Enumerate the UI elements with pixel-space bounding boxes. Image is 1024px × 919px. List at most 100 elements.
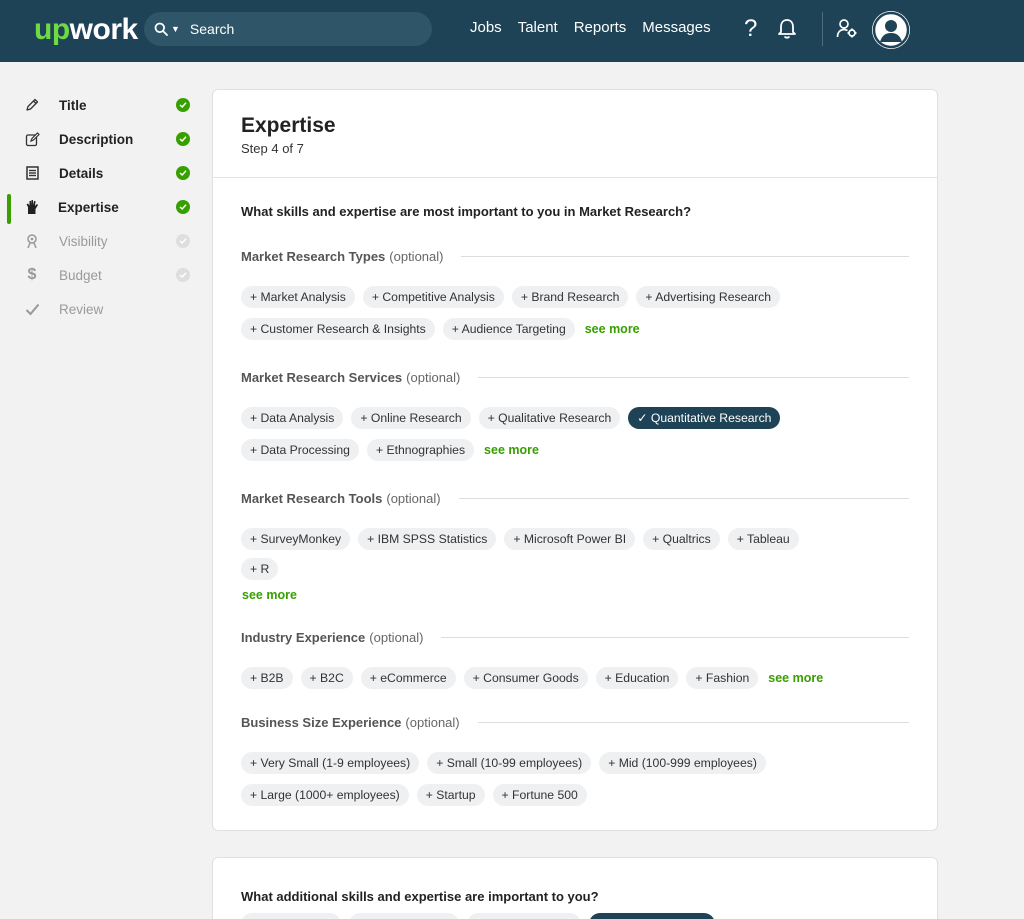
skill-pill[interactable]: + Ethnographies xyxy=(366,439,475,461)
help-icon[interactable]: ? xyxy=(744,14,757,44)
search-icon[interactable] xyxy=(154,22,168,36)
sidebar-item-budget[interactable]: $ Budget xyxy=(0,258,200,292)
skill-pill[interactable]: + Very Small (1-9 employees) xyxy=(241,752,420,774)
skill-pill[interactable]: + Microsoft Power BI xyxy=(504,528,636,550)
skill-pills: + Very Small (1-9 employees) + Small (10… xyxy=(241,752,841,806)
skill-pill[interactable]: + Advertising Research xyxy=(636,286,781,308)
skill-pill[interactable]: + Qualitative Research xyxy=(478,407,621,429)
skill-pill[interactable]: + Fortune 500 xyxy=(492,784,587,806)
check-circle-icon xyxy=(176,234,190,248)
skill-pill[interactable] xyxy=(467,913,581,919)
skill-pill[interactable]: + B2B xyxy=(241,667,293,689)
expertise-card: Expertise Step 4 of 7 What skills and ex… xyxy=(212,89,938,831)
bell-icon[interactable] xyxy=(777,18,797,45)
main-nav: Jobs Talent Reports Messages xyxy=(470,19,711,36)
skill-pill[interactable]: + SurveyMonkey xyxy=(241,528,351,550)
check-circle-icon xyxy=(176,98,190,112)
dollar-icon: $ xyxy=(27,266,37,283)
optional-label: (optional) xyxy=(406,370,461,385)
section-divider xyxy=(458,498,909,499)
skill-pill[interactable]: + Startup xyxy=(416,784,485,806)
nav-messages[interactable]: Messages xyxy=(642,19,710,36)
step-indicator: Step 4 of 7 xyxy=(241,141,304,156)
section-title-text: Market Research Tools xyxy=(241,491,383,506)
skill-pill-selected[interactable] xyxy=(589,913,715,919)
skill-pill[interactable]: + Audience Targeting xyxy=(442,318,575,340)
search-input[interactable]: Search xyxy=(190,21,234,37)
skill-pill[interactable]: + Mid (100-999 employees) xyxy=(599,752,766,774)
skill-pill[interactable]: + Competitive Analysis xyxy=(362,286,504,308)
skill-pill[interactable]: + Brand Research xyxy=(511,286,629,308)
section-divider xyxy=(441,637,909,638)
skill-pill[interactable]: + Small (10-99 employees) xyxy=(427,752,592,774)
card-body: What skills and expertise are most impor… xyxy=(213,178,937,806)
nav-jobs[interactable]: Jobs xyxy=(470,19,502,36)
see-more-link[interactable]: see more xyxy=(585,322,640,336)
skill-pill-selected[interactable]: ✓ Quantitative Research xyxy=(628,407,781,429)
card-header: Expertise Step 4 of 7 xyxy=(213,90,937,178)
additional-skills-card: What additional skills and expertise are… xyxy=(212,857,938,919)
skill-pill[interactable]: + R xyxy=(241,558,279,580)
user-avatar[interactable] xyxy=(872,11,910,49)
section-market-research-services: Market Research Services (optional) + Da… xyxy=(241,370,909,461)
skill-pill[interactable]: + Market Analysis xyxy=(241,286,355,308)
sidebar-item-label: Expertise xyxy=(58,199,119,215)
sidebar-item-visibility[interactable]: Visibility xyxy=(0,224,200,258)
skill-pill[interactable]: + Education xyxy=(595,667,679,689)
steps-sidebar: Title Description Details Expertise Visi… xyxy=(0,88,200,326)
optional-label: (optional) xyxy=(389,249,444,264)
section-title: Market Research Tools (optional) xyxy=(241,491,909,506)
section-title-text: Market Research Services xyxy=(241,370,403,385)
see-more-link[interactable]: see more xyxy=(242,588,841,602)
sidebar-item-label: Details xyxy=(59,165,104,181)
sidebar-item-details[interactable]: Details xyxy=(0,156,200,190)
search-type-dropdown-icon[interactable]: ▼ xyxy=(171,24,180,34)
skill-pill[interactable]: + B2C xyxy=(300,667,353,689)
section-title: Market Research Services (optional) xyxy=(241,370,909,385)
hand-icon xyxy=(24,199,40,215)
sidebar-item-label: Visibility xyxy=(59,233,108,249)
optional-label: (optional) xyxy=(386,491,441,506)
skill-pills: + Market Analysis + Competitive Analysis… xyxy=(241,286,841,340)
logo-work: work xyxy=(69,13,139,46)
skill-pills: + B2B + B2C + eCommerce + Consumer Goods… xyxy=(241,667,841,689)
skill-pill[interactable] xyxy=(241,913,341,919)
skill-pill[interactable]: + Data Processing xyxy=(241,439,359,461)
skill-pill[interactable]: + eCommerce xyxy=(360,667,456,689)
skill-pill[interactable]: + Customer Research & Insights xyxy=(241,318,435,340)
sidebar-item-title[interactable]: Title xyxy=(0,88,200,122)
additional-skills-question: What additional skills and expertise are… xyxy=(241,889,599,904)
team-settings-icon[interactable] xyxy=(836,18,858,45)
section-title: Market Research Types (optional) xyxy=(241,249,909,264)
skill-pill[interactable]: + Online Research xyxy=(351,407,471,429)
nav-reports[interactable]: Reports xyxy=(574,19,627,36)
checkmark-icon xyxy=(24,301,40,317)
see-more-link[interactable]: see more xyxy=(484,443,539,457)
search-bar[interactable]: ▼ Search xyxy=(144,12,432,46)
skill-pill[interactable]: + Qualtrics xyxy=(643,528,720,550)
upwork-logo[interactable]: upwork xyxy=(34,13,138,47)
skill-pill[interactable]: + Data Analysis xyxy=(241,407,344,429)
section-title: Business Size Experience (optional) xyxy=(241,715,909,730)
section-title-text: Market Research Types xyxy=(241,249,386,264)
sidebar-item-expertise[interactable]: Expertise xyxy=(0,190,200,224)
skill-pill[interactable]: + Consumer Goods xyxy=(463,667,588,689)
skill-pill[interactable]: + IBM SPSS Statistics xyxy=(358,528,497,550)
section-business-size-experience: Business Size Experience (optional) + Ve… xyxy=(241,715,909,806)
list-icon xyxy=(24,165,40,181)
visibility-icon xyxy=(24,233,40,249)
check-circle-icon xyxy=(176,166,190,180)
sidebar-item-description[interactable]: Description xyxy=(0,122,200,156)
see-more-link[interactable]: see more xyxy=(768,671,823,685)
check-circle-icon xyxy=(176,268,190,282)
skill-pill[interactable]: + Tableau xyxy=(727,528,799,550)
skill-pills: + Data Analysis + Online Research + Qual… xyxy=(241,407,841,461)
section-title-text: Industry Experience xyxy=(241,630,366,645)
skill-pill[interactable]: + Large (1000+ employees) xyxy=(241,784,409,806)
skill-pill[interactable] xyxy=(349,913,459,919)
sidebar-item-label: Budget xyxy=(59,267,102,283)
skill-pill[interactable]: + Fashion xyxy=(686,667,759,689)
nav-talent[interactable]: Talent xyxy=(518,19,558,36)
active-step-indicator xyxy=(7,194,11,224)
sidebar-item-review[interactable]: Review xyxy=(0,292,200,326)
